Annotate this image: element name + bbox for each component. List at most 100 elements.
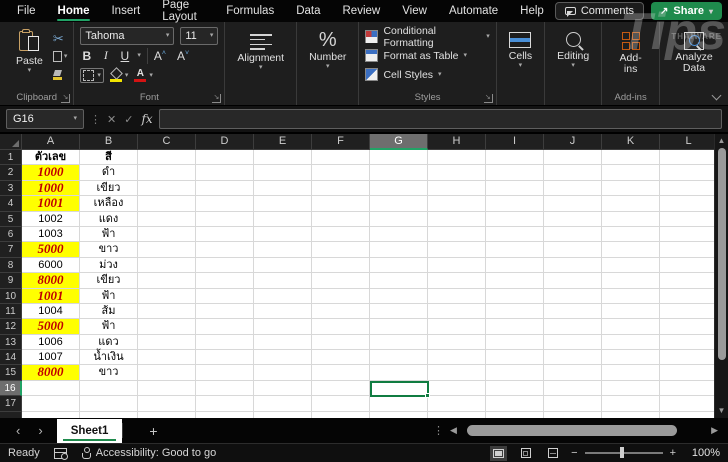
cell-J5[interactable] — [544, 212, 602, 227]
column-header-K[interactable]: K — [602, 134, 660, 150]
cell-E17[interactable] — [254, 396, 312, 411]
cell-I12[interactable] — [486, 319, 544, 334]
cell-G4[interactable] — [370, 196, 428, 211]
cell-I1[interactable] — [486, 150, 544, 165]
cell-E2[interactable] — [254, 165, 312, 180]
cell-D3[interactable] — [196, 181, 254, 196]
cell-B11[interactable]: ส้ม — [80, 304, 138, 319]
cell-A3[interactable]: 1000 — [22, 181, 80, 196]
cell-E12[interactable] — [254, 319, 312, 334]
cell-H9[interactable] — [428, 273, 486, 288]
menu-item-home[interactable]: Home — [47, 0, 101, 22]
row-header-16[interactable]: 16 — [0, 381, 22, 396]
cell-G14[interactable] — [370, 350, 428, 365]
conditional-formatting-button[interactable]: Conditional Formatting ▾ — [365, 28, 489, 45]
cell-H4[interactable] — [428, 196, 486, 211]
cell-D15[interactable] — [196, 365, 254, 380]
underline-chevron-icon[interactable]: ▾ — [137, 53, 141, 59]
cell-F1[interactable] — [312, 150, 370, 165]
column-header-A[interactable]: A — [22, 134, 80, 150]
formula-input[interactable] — [159, 109, 722, 129]
copy-button[interactable]: ▾ — [53, 49, 68, 64]
column-header-L[interactable]: L — [660, 134, 714, 150]
menu-item-file[interactable]: File — [6, 0, 47, 22]
cell-D5[interactable] — [196, 212, 254, 227]
cell-I4[interactable] — [486, 196, 544, 211]
cell-J14[interactable] — [544, 350, 602, 365]
cell-B8[interactable]: ม่วง — [80, 258, 138, 273]
cell-H13[interactable] — [428, 335, 486, 350]
cell-I11[interactable] — [486, 304, 544, 319]
cell-L2[interactable] — [660, 165, 714, 180]
styles-dialog-launcher[interactable]: ↘ — [484, 94, 493, 103]
cell-B12[interactable]: ฟ้า — [80, 319, 138, 334]
cell-J3[interactable] — [544, 181, 602, 196]
cell-H7[interactable] — [428, 242, 486, 257]
alignment-button[interactable]: Alignment ▾ — [231, 27, 290, 73]
cell-H8[interactable] — [428, 258, 486, 273]
column-header-B[interactable]: B — [80, 134, 138, 150]
zoom-slider[interactable] — [585, 452, 663, 453]
cell-B6[interactable]: ฟ้า — [80, 227, 138, 242]
cell-I6[interactable] — [486, 227, 544, 242]
vertical-scroll-thumb[interactable] — [718, 148, 726, 360]
horizontal-scroll-thumb[interactable] — [467, 425, 677, 436]
cell-D13[interactable] — [196, 335, 254, 350]
cell-H2[interactable] — [428, 165, 486, 180]
cell-J1[interactable] — [544, 150, 602, 165]
cell-I16[interactable] — [486, 381, 544, 396]
cell-K1[interactable] — [602, 150, 660, 165]
cell-styles-button[interactable]: Cell Styles ▾ — [365, 66, 489, 83]
cell-D12[interactable] — [196, 319, 254, 334]
row-header-11[interactable]: 11 — [0, 304, 22, 319]
cell-E1[interactable] — [254, 150, 312, 165]
font-name-combo[interactable]: Tahoma▾ — [80, 27, 174, 45]
row-header-7[interactable]: 7 — [0, 242, 22, 257]
cell-J12[interactable] — [544, 319, 602, 334]
font-size-combo[interactable]: 11▾ — [180, 27, 218, 45]
paste-button[interactable]: Paste ▾ — [10, 27, 49, 76]
cell-G6[interactable] — [370, 227, 428, 242]
cell-D14[interactable] — [196, 350, 254, 365]
borders-button[interactable]: ▾ — [80, 68, 104, 83]
cell-D11[interactable] — [196, 304, 254, 319]
cell-E7[interactable] — [254, 242, 312, 257]
cell-H6[interactable] — [428, 227, 486, 242]
shrink-font-button[interactable]: A˅ — [177, 49, 194, 63]
cell-H15[interactable] — [428, 365, 486, 380]
row-header-1[interactable]: 1 — [0, 150, 22, 165]
font-dialog-launcher[interactable]: ↘ — [212, 94, 221, 103]
page-layout-view-button[interactable] — [517, 446, 534, 461]
cell-L12[interactable] — [660, 319, 714, 334]
cell-K5[interactable] — [602, 212, 660, 227]
cell-D16[interactable] — [196, 381, 254, 396]
menu-item-page-layout[interactable]: Page Layout — [151, 0, 215, 22]
cell-J8[interactable] — [544, 258, 602, 273]
cell-B1[interactable]: สี — [80, 150, 138, 165]
cell-C4[interactable] — [138, 196, 196, 211]
cell-I3[interactable] — [486, 181, 544, 196]
cell-L10[interactable] — [660, 289, 714, 304]
cell-F3[interactable] — [312, 181, 370, 196]
column-header-E[interactable]: E — [254, 134, 312, 150]
cell-J17[interactable] — [544, 396, 602, 411]
cell-E3[interactable] — [254, 181, 312, 196]
horizontal-scrollbar[interactable]: ◀ ▶ — [450, 422, 718, 439]
cell-C2[interactable] — [138, 165, 196, 180]
cell-A8[interactable]: 6000 — [22, 258, 80, 273]
cell-A17[interactable] — [22, 396, 80, 411]
menu-item-insert[interactable]: Insert — [100, 0, 151, 22]
cell-G8[interactable] — [370, 258, 428, 273]
cell-I10[interactable] — [486, 289, 544, 304]
cell-A7[interactable]: 5000 — [22, 242, 80, 257]
cell-G2[interactable] — [370, 165, 428, 180]
cell-J7[interactable] — [544, 242, 602, 257]
cell-F2[interactable] — [312, 165, 370, 180]
cell-H1[interactable] — [428, 150, 486, 165]
cell-A15[interactable]: 8000 — [22, 365, 80, 380]
cell-E6[interactable] — [254, 227, 312, 242]
cell-L17[interactable] — [660, 396, 714, 411]
italic-button[interactable]: I — [99, 48, 112, 63]
row-header-9[interactable]: 9 — [0, 273, 22, 288]
name-box[interactable]: G16 ▾ — [6, 109, 84, 129]
